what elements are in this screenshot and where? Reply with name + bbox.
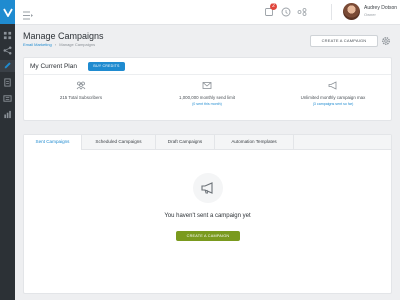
breadcrumb-current: Manage Campaigns: [59, 42, 96, 47]
subscribers-icon: [26, 81, 136, 90]
send-limit-link[interactable]: (0 sent this month): [152, 102, 262, 106]
mail-icon: [152, 81, 262, 90]
logo-icon[interactable]: [0, 0, 15, 24]
sidebar: [0, 0, 15, 300]
breadcrumb-separator: ›: [54, 42, 57, 47]
tab-bar: Sent Campaigns Scheduled Campaigns Draft…: [24, 135, 391, 150]
buy-credits-button[interactable]: BUY CREDITS: [88, 62, 125, 71]
subscribers-count: 215 Total Subscribers: [59, 95, 103, 100]
tab-draft-campaigns[interactable]: Draft Campaigns: [156, 135, 215, 149]
megaphone-icon: [193, 173, 223, 203]
notification-icon[interactable]: 2: [263, 3, 277, 17]
megaphone-icon: [278, 81, 388, 90]
breadcrumb: Email Marketing › Manage Campaigns: [23, 42, 95, 47]
page-title: Manage Campaigns: [23, 31, 104, 41]
topbar-divider: [331, 4, 332, 20]
help-icon[interactable]: [280, 6, 291, 17]
tab-automation-templates[interactable]: Automation Templates: [215, 135, 294, 149]
top-bar: 2 Audrey Dotson Owner: [15, 0, 400, 25]
empty-state-message: You haven't sent a campaign yet: [164, 213, 251, 219]
share-icon[interactable]: [3, 46, 12, 55]
campaigns-panel: Sent Campaigns Scheduled Campaigns Draft…: [23, 134, 392, 294]
subscribers-stat: 215 Total Subscribers: [26, 81, 136, 100]
integrations-icon[interactable]: [296, 6, 307, 17]
plan-divider: [24, 74, 391, 75]
send-limit: 1,000,000 monthly send limit: [179, 95, 235, 100]
campaign-max-link[interactable]: (3 campaigns sent so far): [278, 102, 388, 106]
tab-scheduled-campaigns[interactable]: Scheduled Campaigns: [82, 135, 156, 149]
campaign-max: Unlimited monthly campaign max: [300, 95, 366, 100]
empty-create-campaign-button[interactable]: CREATE A CAMPAIGN: [176, 231, 240, 241]
send-limit-stat: 1,000,000 monthly send limit (0 sent thi…: [152, 81, 262, 106]
tab-sent-campaigns[interactable]: Sent Campaigns: [24, 135, 82, 150]
dashboard-icon[interactable]: [3, 31, 12, 40]
menu-icon[interactable]: [23, 7, 33, 20]
avatar[interactable]: [343, 3, 360, 20]
campaign-max-stat: Unlimited monthly campaign max (3 campai…: [278, 81, 388, 106]
plan-title: My Current Plan: [30, 63, 77, 70]
edit-icon[interactable]: [3, 61, 12, 70]
list-icon[interactable]: [3, 94, 12, 103]
chart-icon[interactable]: [3, 110, 12, 119]
settings-icon[interactable]: [380, 35, 391, 46]
current-plan-card: My Current Plan BUY CREDITS 215 Total Su…: [23, 57, 392, 121]
create-campaign-button[interactable]: CREATE A CAMPAIGN: [310, 35, 378, 47]
document-icon[interactable]: [3, 78, 12, 87]
breadcrumb-email-marketing[interactable]: Email Marketing: [23, 42, 52, 47]
notification-badge: 2: [270, 3, 277, 10]
user-role: Owner: [364, 12, 376, 17]
user-name[interactable]: Audrey Dotson: [364, 5, 397, 11]
